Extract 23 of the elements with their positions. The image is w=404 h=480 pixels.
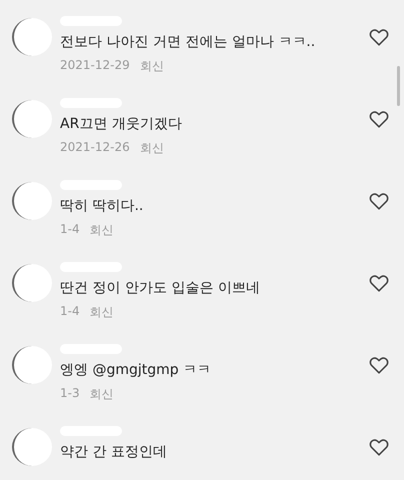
reply-link[interactable]: 회신 (140, 58, 164, 75)
scrollbar[interactable] (397, 66, 400, 106)
avatar[interactable] (12, 182, 52, 220)
avatar[interactable] (12, 18, 52, 56)
comment-date: 1-4 (60, 304, 80, 320)
comment-text: 엥엥 @gmgjtgmp ㅋㅋ (60, 361, 212, 380)
reply-link[interactable]: 회신 (90, 304, 114, 321)
comment-text: AR끄면 개웃기겠다 (60, 115, 183, 134)
avatar[interactable] (12, 428, 52, 466)
comment-text: 전보다 나아진 거면 전에는 얼마나 ㅋㅋ.. (60, 33, 316, 52)
comment-text: 약간 간 표정인데 (60, 443, 168, 462)
comment-text: 딴건 정이 안가도 입술은 이쁘네 (60, 279, 261, 298)
reply-link[interactable]: 회신 (140, 140, 164, 157)
avatar[interactable] (12, 100, 52, 138)
avatar[interactable] (12, 346, 52, 384)
comment-date: 1-4 (60, 222, 80, 238)
comment-date: 2021-12-26 (60, 140, 130, 156)
reply-link[interactable]: 회신 (90, 386, 114, 403)
avatar[interactable] (12, 264, 52, 302)
comment-date: 1-3 (60, 386, 80, 402)
reply-link[interactable]: 회신 (90, 222, 114, 239)
comment-text: 딱히 딱히다.. (60, 197, 144, 216)
comment-date: 2021-12-29 (60, 58, 130, 74)
